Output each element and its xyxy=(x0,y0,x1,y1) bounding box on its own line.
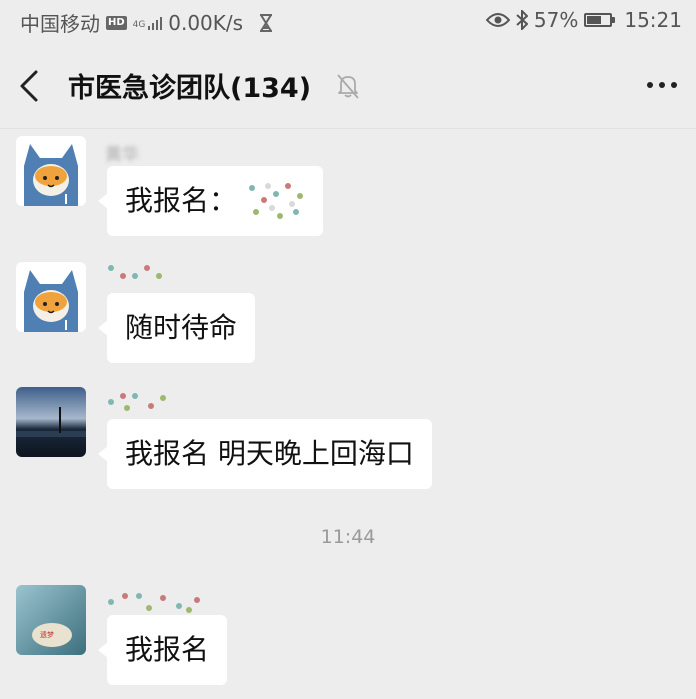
sender-name xyxy=(105,262,165,291)
battery-percent: 57% xyxy=(533,8,579,32)
message-bubble[interactable]: 随时待命 xyxy=(97,293,256,363)
status-left: 中国移动 HD 4G 0.00K/s xyxy=(20,8,273,37)
status-bar: 中国移动 HD 4G 0.00K/s 57% 15:21 xyxy=(0,0,696,44)
cat-hoodie-avatar[interactable] xyxy=(16,262,86,332)
message-text: 我报名： xyxy=(125,184,238,217)
carrier-label: 中国移动 xyxy=(20,12,100,36)
eye-icon xyxy=(485,13,510,27)
redacted-name xyxy=(108,593,200,613)
message-bubble[interactable]: 我报名： xyxy=(98,166,323,236)
more-icon[interactable] xyxy=(642,70,682,100)
mute-bell-icon xyxy=(337,74,359,99)
clock: 15:21 xyxy=(624,8,682,32)
signal-icon: 4G xyxy=(133,16,163,30)
hourglass-icon xyxy=(260,13,273,32)
bluetooth-icon xyxy=(516,10,528,30)
stone-scenery-avatar[interactable]: 遗梦 xyxy=(16,585,86,655)
chat-timestamp: 11:44 xyxy=(320,526,376,548)
message-text: 我报名 明天晚上回海口 xyxy=(125,437,414,470)
status-right: 57% 15:21 xyxy=(485,8,682,32)
message-bubble[interactable]: 我报名 xyxy=(97,615,228,685)
night-scenery-avatar[interactable] xyxy=(16,387,86,457)
hd-badge: HD xyxy=(106,15,127,30)
redacted-name xyxy=(108,393,166,411)
network-type: 4G xyxy=(132,19,146,30)
redacted-name xyxy=(108,265,162,279)
message-bubble[interactable]: 我报名 明天晚上回海口 xyxy=(98,419,432,489)
back-arrow-icon[interactable] xyxy=(14,66,50,106)
message-text: 随时待命 xyxy=(125,311,238,344)
message-text: 我报名 xyxy=(125,633,210,666)
cat-hoodie-avatar[interactable] xyxy=(16,136,86,206)
svg-text:遗梦: 遗梦 xyxy=(40,630,54,639)
chat-header: 市医急诊团队(134) xyxy=(0,44,696,129)
redacted-text xyxy=(248,183,303,219)
battery-icon xyxy=(584,13,616,27)
battery-fill xyxy=(587,16,602,24)
network-speed: 0.00K/s xyxy=(168,10,244,35)
chat-title: 市医急诊团队(134) xyxy=(68,73,312,104)
sender-name: 黄华 xyxy=(105,145,139,165)
sender-name xyxy=(105,390,169,419)
